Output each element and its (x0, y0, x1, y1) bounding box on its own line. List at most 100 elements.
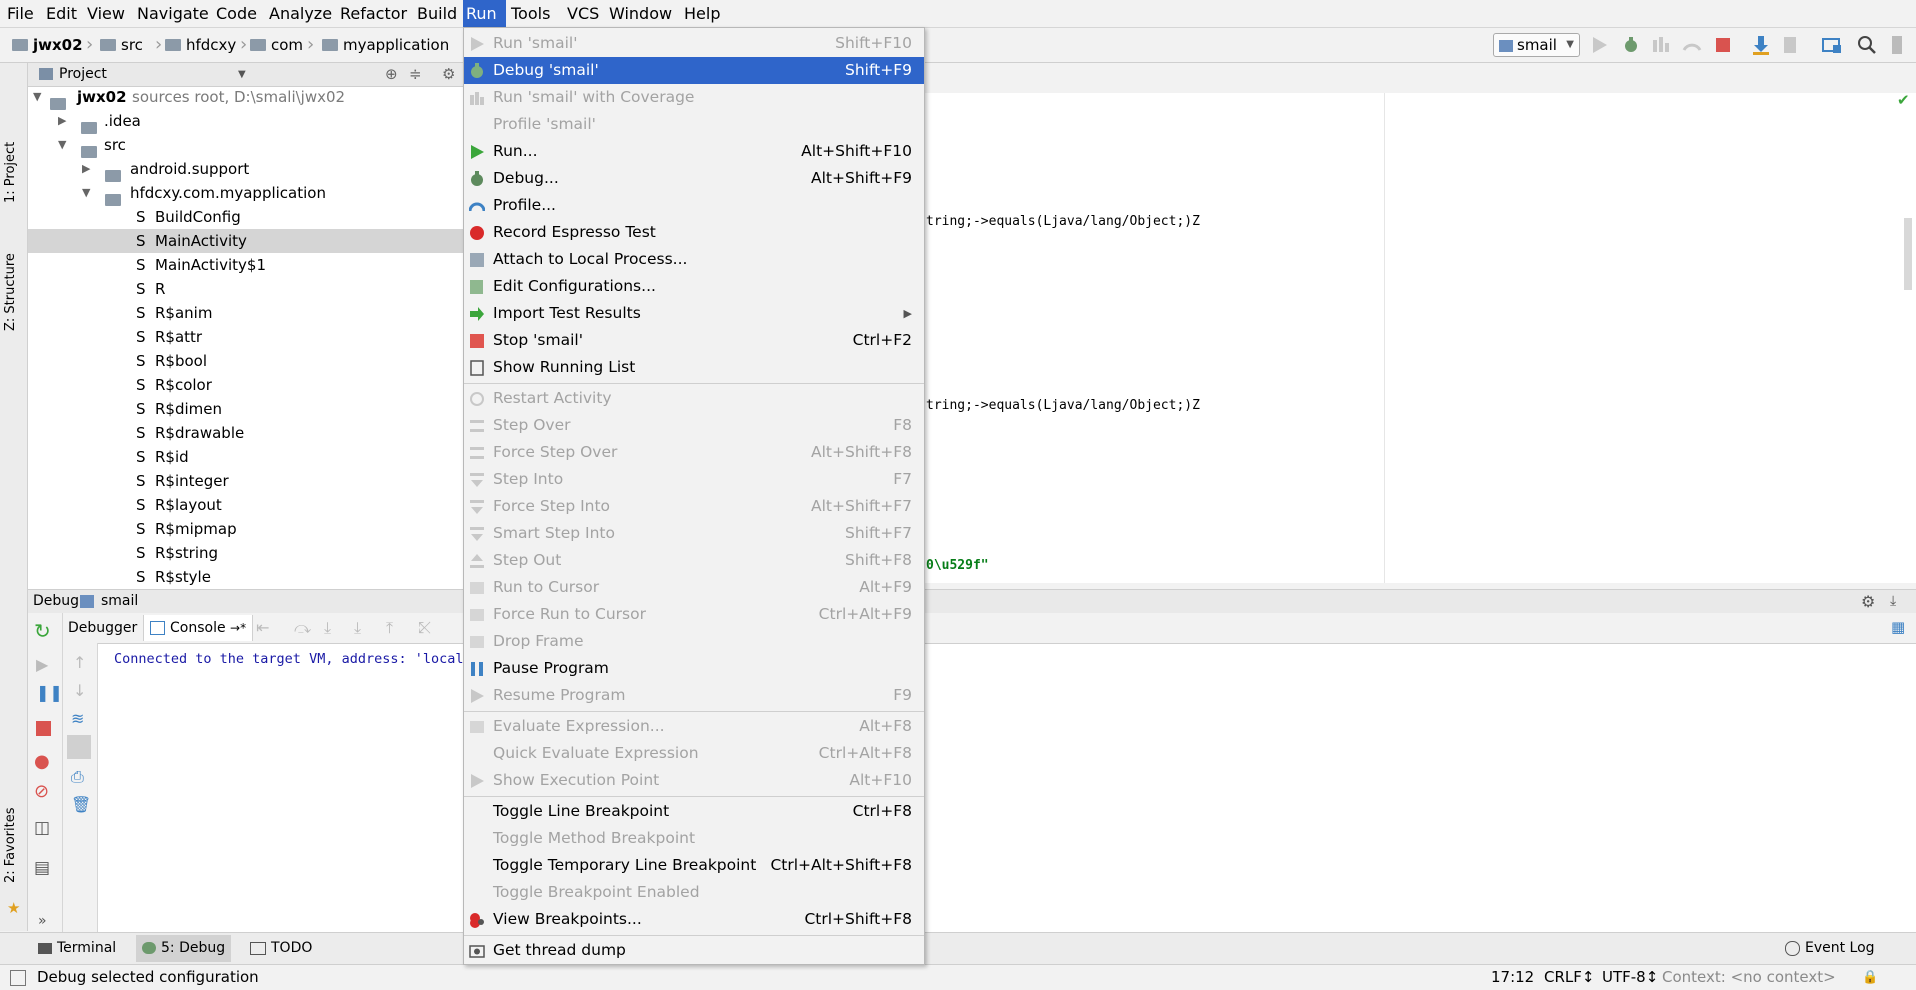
tree-file[interactable]: S R$layout (28, 493, 463, 517)
tab-debug[interactable]: 5: Debug (136, 935, 232, 962)
clear-all-icon[interactable]: 🗑 (71, 795, 91, 814)
context-indicator[interactable]: Context: <no context> (1662, 965, 1836, 990)
menu-item-step-into[interactable]: Step Into F7 (464, 466, 924, 493)
locate-icon[interactable]: ⊕ (385, 63, 398, 86)
hide-panel-icon[interactable]: ⤓ (1890, 590, 1896, 613)
menu-item-run-to-cursor[interactable]: Run to Cursor Alt+F9 (464, 574, 924, 601)
menu-item-evaluate-expression[interactable]: Evaluate Expression... Alt+F8 (464, 713, 924, 740)
tree-item[interactable]: ▼ hfdcxy.com.myapplication (28, 181, 463, 206)
code-editor[interactable]: tring;->equals(Ljava/lang/Object;)Z trin… (922, 93, 1916, 583)
pause-icon[interactable]: ❚❚ (36, 683, 63, 702)
restore-layout-icon[interactable]: ▦ (1891, 618, 1905, 636)
run-config-selector[interactable]: smail ▼ (1493, 33, 1580, 57)
menu-item-debug-smail[interactable]: Debug 'smail' Shift+F9 (464, 57, 924, 84)
menu-item-profile[interactable]: Profile... (464, 192, 924, 219)
tree-file[interactable]: S R$mipmap (28, 517, 463, 541)
tree-file[interactable]: S R$id (28, 445, 463, 469)
menu-item-toggle-line-breakpoint[interactable]: Toggle Line Breakpoint Ctrl+F8 (464, 798, 924, 825)
menu-item-drop-frame[interactable]: Drop Frame (464, 628, 924, 655)
menu-item-run-with-coverage[interactable]: Run 'smail' with Coverage (464, 84, 924, 111)
menu-item-restart-activity[interactable]: Restart Activity (464, 385, 924, 412)
tree-file[interactable]: S R$drawable (28, 421, 463, 445)
tree-file[interactable]: S MainActivity$1 (28, 253, 463, 277)
menu-item-run-smail[interactable]: Run 'smail' Shift+F10 (464, 30, 924, 57)
force-step-into-icon[interactable]: ⤓ (354, 618, 361, 638)
menu-item-view-breakpoints[interactable]: View Breakpoints... Ctrl+Shift+F8 (464, 906, 924, 933)
menu-navigate[interactable]: Navigate (134, 0, 212, 27)
sync-icon[interactable] (1779, 34, 1801, 56)
breadcrumb-hfdcxy[interactable]: hfdcxy (165, 28, 236, 62)
menu-item-debug[interactable]: Debug... Alt+Shift+F9 (464, 165, 924, 192)
structure-tool-tab[interactable]: Z: Structure (3, 253, 18, 331)
menu-tools[interactable]: Tools (508, 0, 553, 27)
tree-file[interactable]: S R$attr (28, 325, 463, 349)
tree-root[interactable]: ▼ jwx02 sources root, D:\smali\jwx02 (28, 87, 463, 110)
file-encoding[interactable]: UTF-8↕ (1602, 965, 1658, 990)
tree-file[interactable]: S R$string (28, 541, 463, 565)
tree-file[interactable]: S BuildConfig (28, 205, 463, 229)
menu-item-profile-smail[interactable]: Profile 'smail' (464, 111, 924, 138)
console-output[interactable]: Connected to the target VM, address: 'lo… (98, 644, 1916, 932)
print-icon[interactable]: ⎙ (71, 767, 84, 787)
more-icon[interactable]: » (38, 913, 47, 929)
arrow-up-icon[interactable]: ↑ (73, 653, 86, 672)
soft-wrap-icon[interactable]: ≋ (71, 709, 84, 728)
toggle-tool-windows-icon[interactable] (10, 970, 26, 986)
chevron-down-icon[interactable]: ▼ (238, 63, 246, 86)
step-into-icon[interactable]: ⤓ (324, 618, 331, 638)
profile-icon[interactable] (1681, 34, 1703, 56)
step-out-icon[interactable]: ⤒ (386, 618, 393, 638)
menu-item-get-thread-dump[interactable]: Get thread dump (464, 937, 924, 964)
tree-item[interactable]: ▼ src (28, 133, 463, 158)
menu-code[interactable]: Code (213, 0, 260, 27)
menu-item-force-step-over[interactable]: Force Step Over Alt+Shift+F8 (464, 439, 924, 466)
caret-position[interactable]: 17:12 (1491, 965, 1534, 990)
step-over-icon[interactable]: ⤼ (294, 618, 311, 638)
menu-item-quick-evaluate[interactable]: Quick Evaluate Expression Ctrl+Alt+F8 (464, 740, 924, 767)
tab-terminal[interactable]: Terminal (32, 935, 122, 962)
drop-frame-icon[interactable]: ⤪ (418, 618, 431, 638)
menu-item-stop-smail[interactable]: Stop 'smail' Ctrl+F2 (464, 327, 924, 354)
menu-item-toggle-breakpoint-enabled[interactable]: Toggle Breakpoint Enabled (464, 879, 924, 906)
menu-item-show-running-list[interactable]: Show Running List (464, 354, 924, 381)
breadcrumb-project[interactable]: jwx02 (12, 28, 83, 62)
stop-icon[interactable] (36, 721, 51, 736)
menu-run[interactable]: Run (463, 0, 506, 27)
tab-console[interactable]: Console →* (144, 615, 254, 641)
tree-file-selected[interactable]: S MainActivity (28, 229, 463, 253)
tree-file[interactable]: S R$dimen (28, 397, 463, 421)
gear-icon[interactable]: ⚙ (1861, 590, 1875, 613)
tree-item[interactable]: ▶ .idea (28, 109, 463, 134)
menu-item-step-over[interactable]: Step Over F8 (464, 412, 924, 439)
menu-view[interactable]: View (84, 0, 128, 27)
tab-debugger[interactable]: Debugger (62, 615, 145, 641)
arrow-down-icon[interactable]: ↓ (73, 681, 86, 700)
gear-icon[interactable]: ⚙ (442, 63, 455, 86)
view-breakpoints-icon[interactable]: ● (34, 751, 50, 772)
sdk-manager-icon[interactable] (1886, 34, 1908, 56)
menu-item-edit-configurations[interactable]: Edit Configurations... (464, 273, 924, 300)
menu-item-smart-step-into[interactable]: Smart Step Into Shift+F7 (464, 520, 924, 547)
menu-file[interactable]: File (4, 0, 37, 27)
breadcrumb-myapplication[interactable]: myapplication (322, 28, 449, 62)
layout-icon[interactable]: ▤ (34, 858, 50, 878)
menu-item-toggle-method-breakpoint[interactable]: Toggle Method Breakpoint (464, 825, 924, 852)
scroll-to-end-icon[interactable] (67, 735, 91, 759)
lock-icon[interactable]: 🔒 (1862, 965, 1878, 990)
menu-item-attach-process[interactable]: Attach to Local Process... (464, 246, 924, 273)
menu-item-step-out[interactable]: Step Out Shift+F8 (464, 547, 924, 574)
camera-icon[interactable]: ◫ (34, 818, 50, 838)
resume-icon[interactable]: ▶ (36, 655, 48, 674)
favorites-tool-tab[interactable]: 2: Favorites (3, 807, 18, 883)
collapse-icon[interactable]: ≑ (409, 63, 422, 86)
menu-vcs[interactable]: VCS (564, 0, 602, 27)
tab-todo[interactable]: TODO (244, 935, 318, 962)
debug-icon[interactable] (1620, 34, 1642, 56)
menu-item-run[interactable]: Run... Alt+Shift+F10 (464, 138, 924, 165)
menu-analyze[interactable]: Analyze (266, 0, 335, 27)
menu-item-force-step-into[interactable]: Force Step Into Alt+Shift+F7 (464, 493, 924, 520)
tree-file[interactable]: S R$integer (28, 469, 463, 493)
tree-file[interactable]: S R$anim (28, 301, 463, 325)
menu-build[interactable]: Build (414, 0, 460, 27)
breadcrumb-src[interactable]: src (100, 28, 143, 62)
